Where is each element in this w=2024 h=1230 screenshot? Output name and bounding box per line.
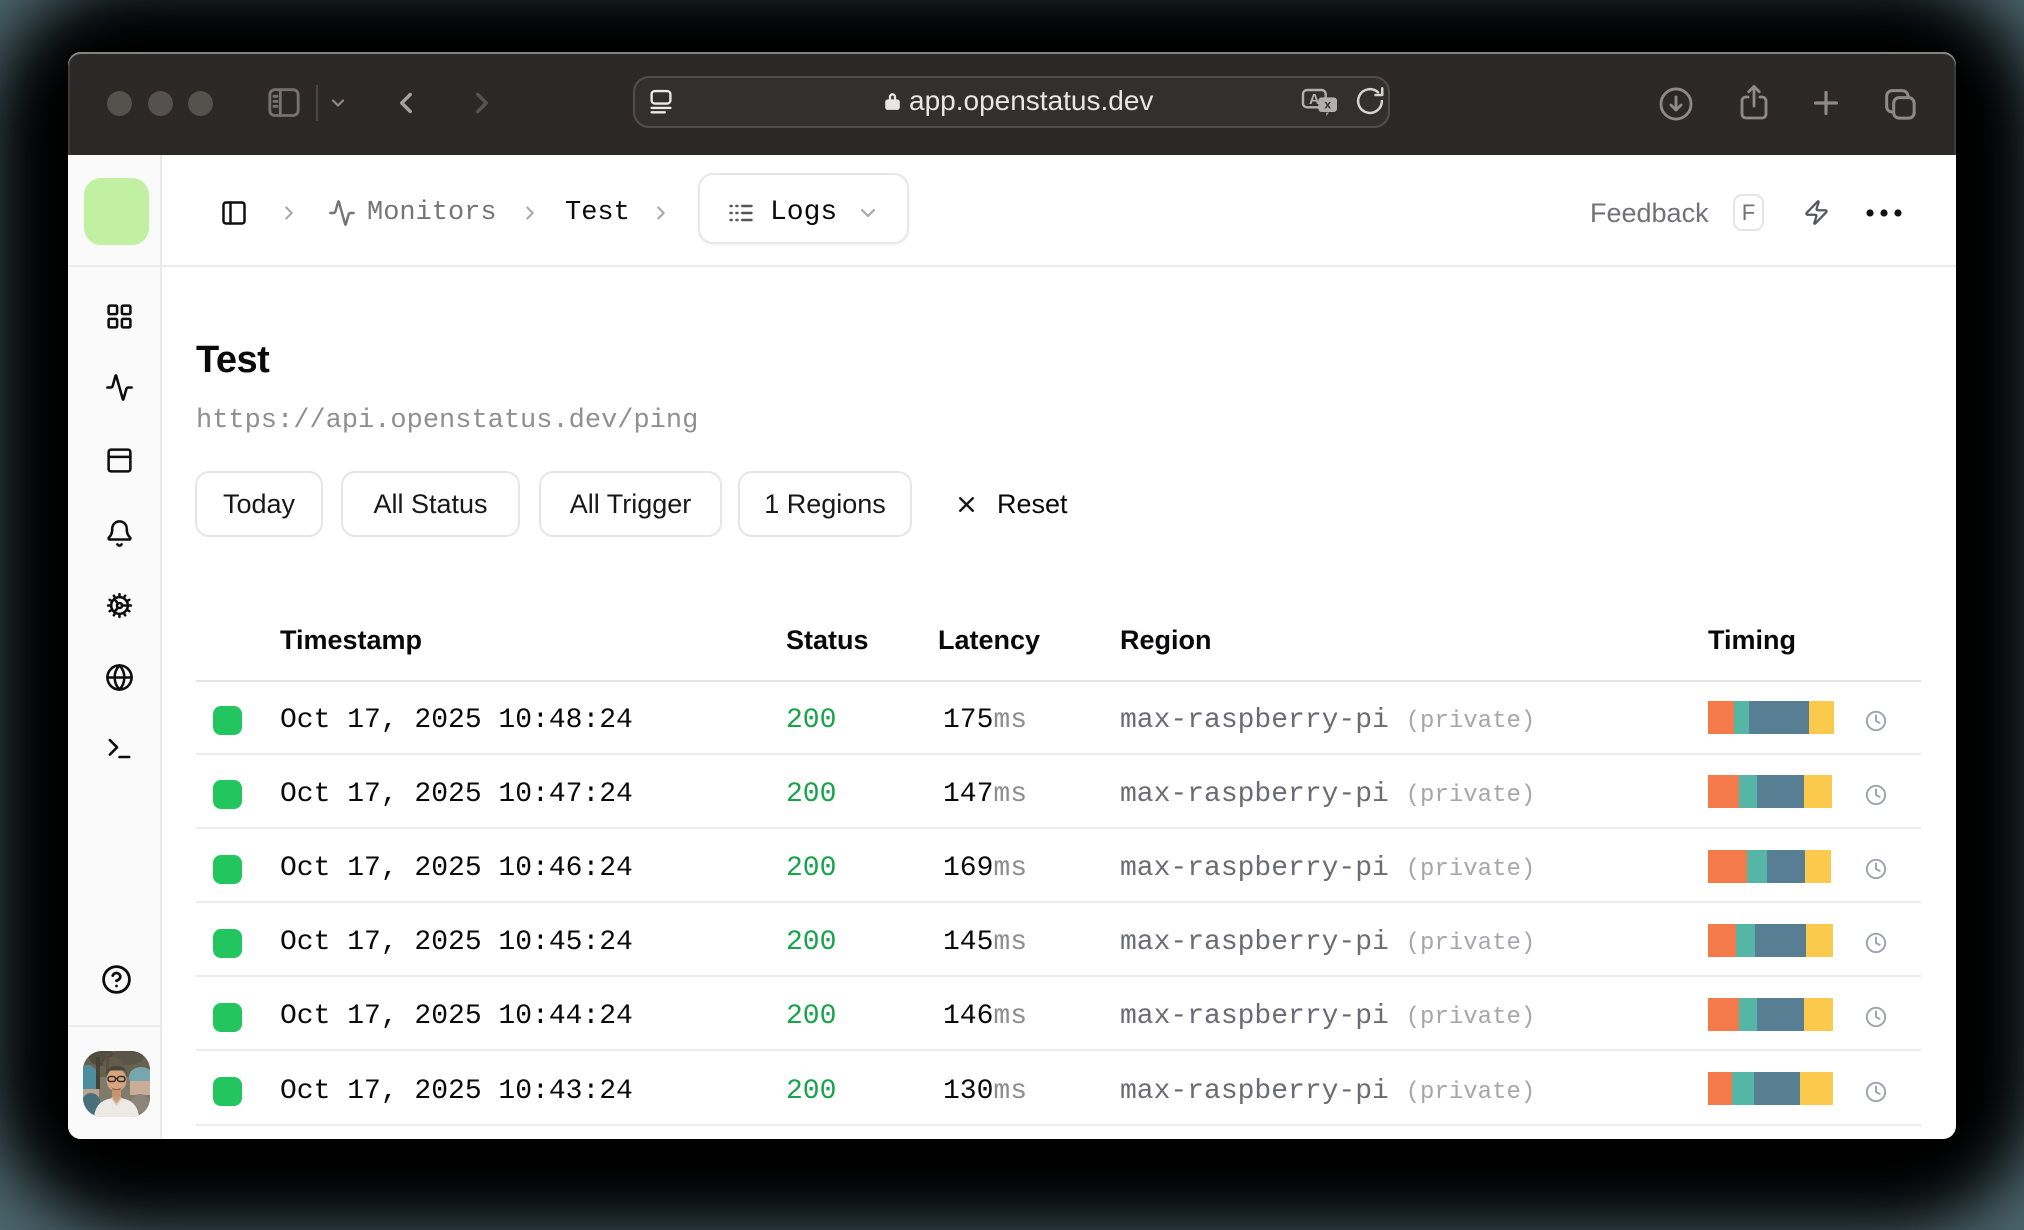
svg-text:x: x (1324, 98, 1331, 112)
